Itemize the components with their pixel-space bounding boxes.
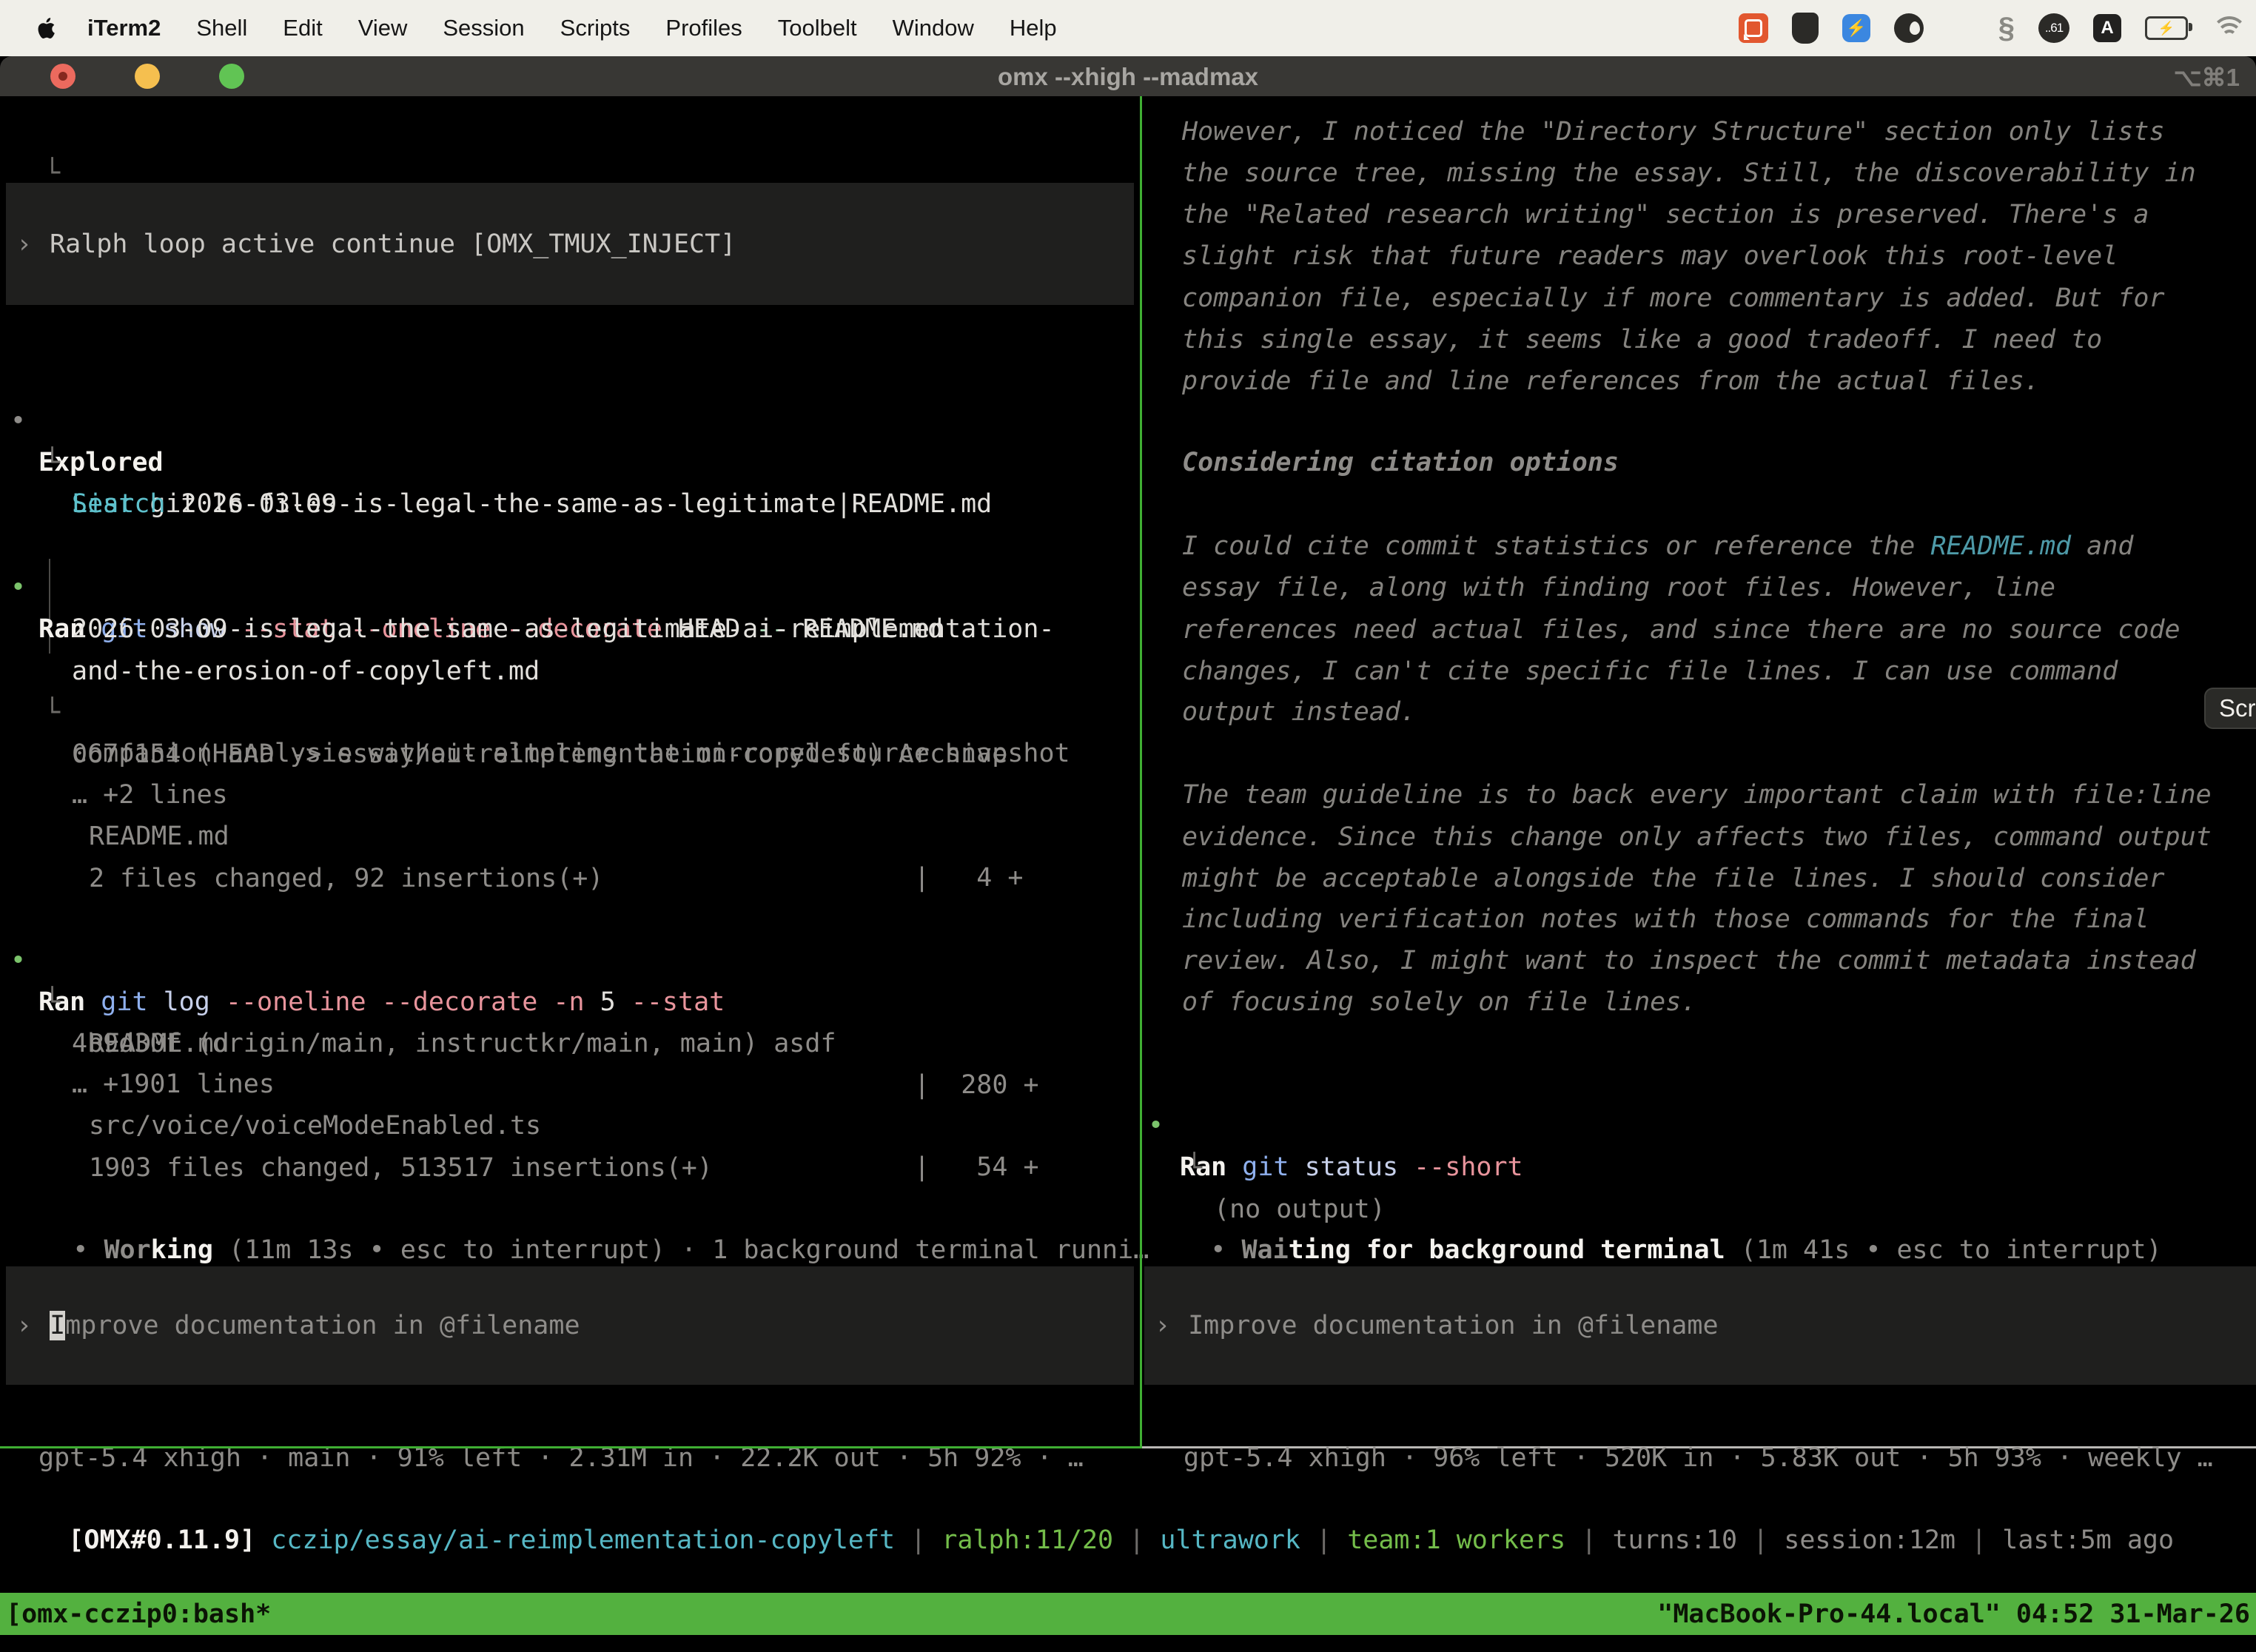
left-input-box[interactable]: › Improve documentation in @filename [6,1266,1134,1385]
reasoning-heading: Considering citation options [1182,442,1619,483]
reasoning-paragraph-line: changes, I can't cite specific file line… [1182,651,2118,692]
reasoning-paragraph-line: output instead. [1182,691,1416,733]
menu-item-scripts[interactable]: Scripts [560,15,631,41]
chat-app-icon[interactable] [1739,13,1768,43]
menu-item-help[interactable]: Help [1010,15,1057,41]
reasoning-paragraph-line: of focusing solely on file lines. [1182,981,1696,1023]
terminal-area: └ No agents completed yet › Ralph loop a… [0,96,2256,1652]
working-status-line: • Working (11m 13s • esc to interrupt) ·… [10,1188,1149,1229]
git-stat-row: README.md | 280 + [0,981,62,1023]
git-stat-summary: 2 files changed, 92 insertions(+) [0,816,62,858]
window-title: omx --xhigh --madmax [0,63,2256,91]
ran-git-status-command: • Ran git status --short [0,1064,62,1105]
ralph-prompt-box[interactable]: › Ralph loop active continue [OMX_TMUX_I… [6,183,1134,305]
reasoning-paragraph-line: provide file and line references from th… [1182,360,2040,402]
menu-status-icons: ⚡ § ..61 A ⚡ [1739,0,2246,56]
reasoning-paragraph-line: references need actual files, and since … [1182,609,2181,651]
git-show-elided-line: … +2 lines [0,733,62,774]
prompt-chevron-icon: › [1155,1311,1170,1340]
git-log-output-line: └ 4b9d30f (origin/main, instructkr/main,… [0,940,62,981]
omx-status-bar: [OMX#0.11.9] cczip/essay/ai-reimplementa… [6,1478,2174,1520]
git-stat-row: README.md | 4 + [0,774,62,816]
menu-items: Shell Edit View Session Scripts Profiles… [196,15,1056,41]
command-continuation: and-the-erosion-of-copyleft.md [0,609,62,651]
reasoning-paragraph-line: including verification notes with those … [1182,899,2149,940]
reasoning-paragraph-line: the source tree, missing the essay. Stil… [1182,152,2196,194]
menu-item-toolbelt[interactable]: Toolbelt [778,15,857,41]
dots-grid-icon[interactable] [1947,15,1975,42]
text-cursor: I [50,1311,65,1340]
menu-item-window[interactable]: Window [893,15,974,41]
ran-git-show-command: • Ran git show --stat --oneline --decora… [0,526,62,567]
spark-icon[interactable]: ⚡ [1842,14,1870,42]
battery-icon[interactable]: ⚡ [2145,16,2188,40]
menu-item-view[interactable]: View [358,15,408,41]
reasoning-paragraph-line: slight risk that future readers may over… [1182,235,2118,277]
menu-item-session[interactable]: Session [443,15,524,41]
ralph-prompt-text: Ralph loop active continue [OMX_TMUX_INJ… [50,229,736,259]
reasoning-paragraph-line: essay file, along with finding root file… [1182,567,2055,608]
git-status-output-line: └ (no output) [0,1106,62,1147]
squiggle-icon[interactable]: § [1998,12,2015,45]
menu-app-name[interactable]: iTerm2 [87,15,161,41]
ran-git-log-command: • Ran git log --oneline --decorate -n 5 … [0,899,62,940]
reasoning-paragraph-line: I could cite commit statistics or refere… [1182,526,2133,567]
explored-heading: • Explored [0,359,62,400]
reasoning-paragraph-line: might be acceptable alongside the file l… [1182,858,2165,899]
a-square-icon[interactable]: A [2093,14,2121,42]
prompt-chevron-icon: › [16,229,32,259]
tmux-status-bar: [omx-cczip0:bash* "MacBook-Pro-44.local"… [0,1593,2256,1635]
screen-share-button[interactable]: Scre [2204,688,2256,729]
git-log-elided-line: … +1901 lines [0,1022,62,1064]
moon-icon[interactable] [1894,13,1924,43]
right-input-box[interactable]: › Improve documentation in @filename [1144,1266,2256,1385]
reasoning-paragraph-line: The team guideline is to back every impo… [1182,774,2212,816]
window-titlebar: omx --xhigh --madmax ⌥⌘1 [0,56,2256,96]
wifi-icon[interactable] [2212,15,2246,41]
right-session-status: gpt-5.4 xhigh · 96% left · 520K in · 5.8… [0,1396,62,1437]
reasoning-paragraph-line: this single essay, it seems like a good … [1182,319,2102,360]
git-show-output-line: └ 067f154 (HEAD -> essay/ai-reimplementa… [0,651,62,692]
tmux-host-clock: "MacBook-Pro-44.local" 04:52 31-Mar-26 [1657,1599,2250,1629]
menu-item-profiles[interactable]: Profiles [665,15,742,41]
menu-bar: iTerm2 Shell Edit View Session Scripts P… [0,0,2256,56]
menu-item-shell[interactable]: Shell [196,15,247,41]
right-input-text: Improve documentation in @filename [1188,1311,1718,1340]
reasoning-paragraph-line: companion file, especially if more comme… [1182,278,2165,319]
reasoning-paragraph-line: However, I noticed the "Directory Struct… [1182,111,2165,152]
menu-item-edit[interactable]: Edit [283,15,322,41]
shield-icon[interactable] [1792,13,1819,44]
prompt-chevron-icon: › [16,1311,32,1340]
pane-bottom-border-active [0,1446,1142,1448]
reasoning-paragraph-line: the "Related research writing" section i… [1182,194,2149,235]
waiting-status-line: • Waiting for background terminal (1m 41… [1148,1188,2162,1229]
explored-search-line: Search 2026-03-09-is-legal-the-same-as-l… [0,442,62,483]
tmux-session-name: [omx-cczip0:bash* [6,1599,271,1629]
git-show-output-line: companion analysis without altering the … [0,691,62,733]
command-continuation: 2026-03-09-is-legal-the-same-as-legitima… [0,567,62,608]
reasoning-paragraph-line: review. Also, I might want to inspect th… [1182,940,2196,981]
reasoning-paragraph-line: evidence. Since this change only affects… [1182,816,2212,858]
agent-log-line: └ No agents completed yet [0,111,62,152]
pane-divider[interactable] [1140,96,1142,1448]
apple-menu-icon[interactable] [37,16,59,41]
window-shortcut: ⌥⌘1 [2174,63,2240,92]
left-input-text: Improve documentation in @filename [50,1311,580,1340]
badge-61-icon[interactable]: ..61 [2038,13,2069,43]
explored-list-line: └ List git ls-files [0,400,62,442]
